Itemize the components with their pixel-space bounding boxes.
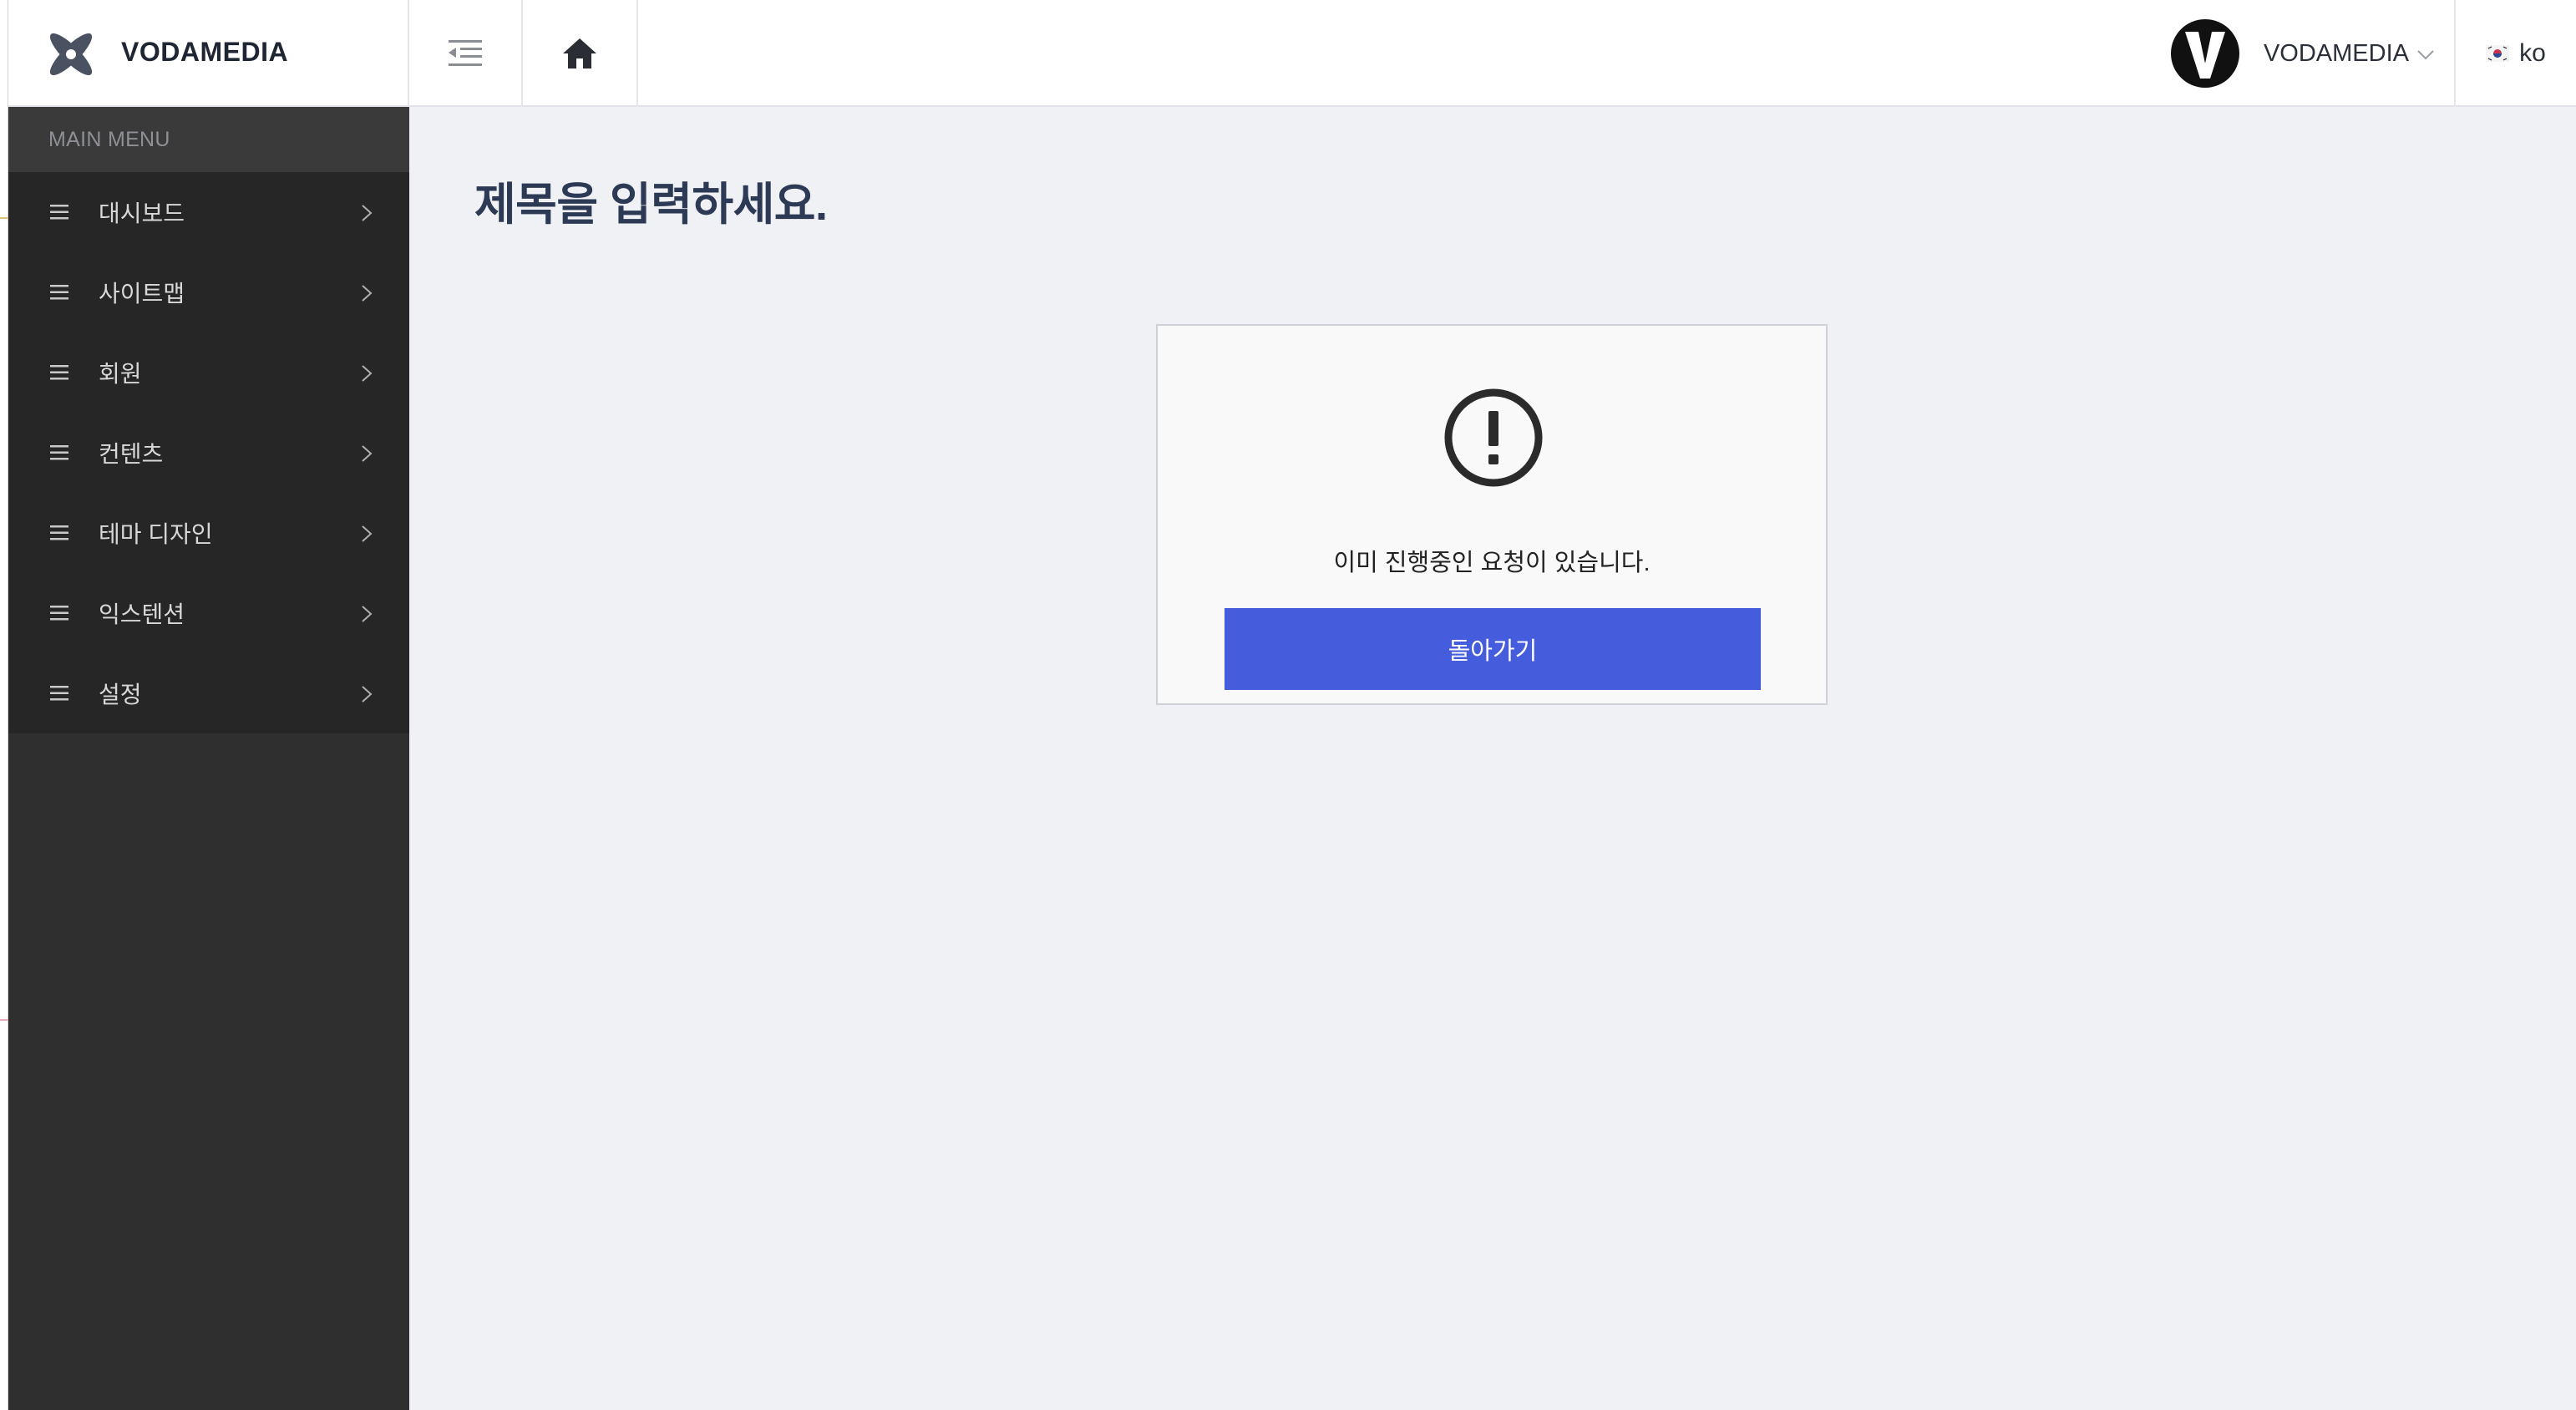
sidebar-menu: 대시보드 사이트맵 회원 컨텐츠 테마 디자인 익스텐션 설정: [8, 172, 409, 733]
sidebar: MAIN MENU 대시보드 사이트맵 회원 컨텐츠 테마 디자인 익스텐션 설…: [8, 107, 409, 1410]
sidebar-item-contents[interactable]: 컨텐츠: [8, 413, 409, 493]
chevron-right-icon: [362, 205, 373, 221]
edge-mark: [0, 217, 8, 219]
top-header: VODAMEDIA VODAMEDIA ko: [8, 0, 2576, 107]
sidebar-item-label: 사이트맵: [99, 281, 185, 307]
sidebar-item-sitemap[interactable]: 사이트맵: [8, 252, 409, 332]
sidebar-item-members[interactable]: 회원: [8, 332, 409, 413]
brand-name: VODAMEDIA: [121, 37, 289, 67]
sidebar-item-label: 테마 디자인: [99, 521, 213, 547]
language-selector[interactable]: ko: [2454, 0, 2576, 107]
user-name: VODAMEDIA: [2263, 39, 2409, 67]
hamburger-icon: [50, 686, 68, 701]
hamburger-icon: [50, 445, 68, 460]
user-menu[interactable]: VODAMEDIA: [2170, 0, 2434, 107]
window-edge: [0, 0, 8, 1410]
page-title: 제목을 입력하세요.: [474, 180, 828, 230]
sidebar-item-label: 설정: [99, 682, 142, 708]
hamburger-icon: [50, 606, 68, 621]
user-avatar: [2170, 19, 2239, 88]
sidebar-item-label: 익스텐션: [99, 601, 185, 627]
menu-collapse-icon: [449, 40, 482, 66]
chevron-right-icon: [362, 445, 373, 462]
sidebar-item-label: 대시보드: [99, 200, 185, 226]
hamburger-icon: [50, 205, 68, 220]
sidebar-toggle-button[interactable]: [409, 0, 523, 107]
home-icon: [563, 38, 596, 68]
sidebar-item-label: 컨텐츠: [99, 441, 164, 467]
chevron-down-icon: [2417, 50, 2434, 60]
chevron-right-icon: [362, 365, 373, 382]
main-content: 제목을 입력하세요. 이미 진행중인 요청이 있습니다. 돌아가기: [409, 109, 2576, 1410]
korea-flag-icon: [2486, 45, 2510, 62]
chevron-right-icon: [362, 285, 373, 302]
alert-card: 이미 진행중인 요청이 있습니다. 돌아가기: [1156, 324, 1828, 705]
home-button[interactable]: [523, 0, 638, 107]
chevron-right-icon: [362, 686, 373, 702]
hamburger-icon: [50, 285, 68, 300]
sidebar-item-dashboard[interactable]: 대시보드: [8, 172, 409, 252]
sidebar-item-settings[interactable]: 설정: [8, 653, 409, 733]
brand[interactable]: VODAMEDIA: [8, 0, 409, 107]
brand-logo-icon: [49, 33, 93, 76]
hamburger-icon: [50, 365, 68, 380]
exclamation-circle-icon: [1444, 388, 1543, 487]
edge-mark: [0, 1019, 8, 1021]
sidebar-item-label: 회원: [99, 361, 142, 387]
hamburger-icon: [50, 525, 68, 540]
chevron-right-icon: [362, 606, 373, 622]
language-code: ko: [2519, 39, 2546, 67]
back-button[interactable]: 돌아가기: [1225, 608, 1761, 690]
sidebar-title: MAIN MENU: [8, 107, 409, 172]
chevron-right-icon: [362, 525, 373, 542]
alert-message: 이미 진행중인 요청이 있습니다.: [1333, 550, 1651, 576]
sidebar-item-theme-design[interactable]: 테마 디자인: [8, 493, 409, 573]
sidebar-item-extensions[interactable]: 익스텐션: [8, 573, 409, 653]
